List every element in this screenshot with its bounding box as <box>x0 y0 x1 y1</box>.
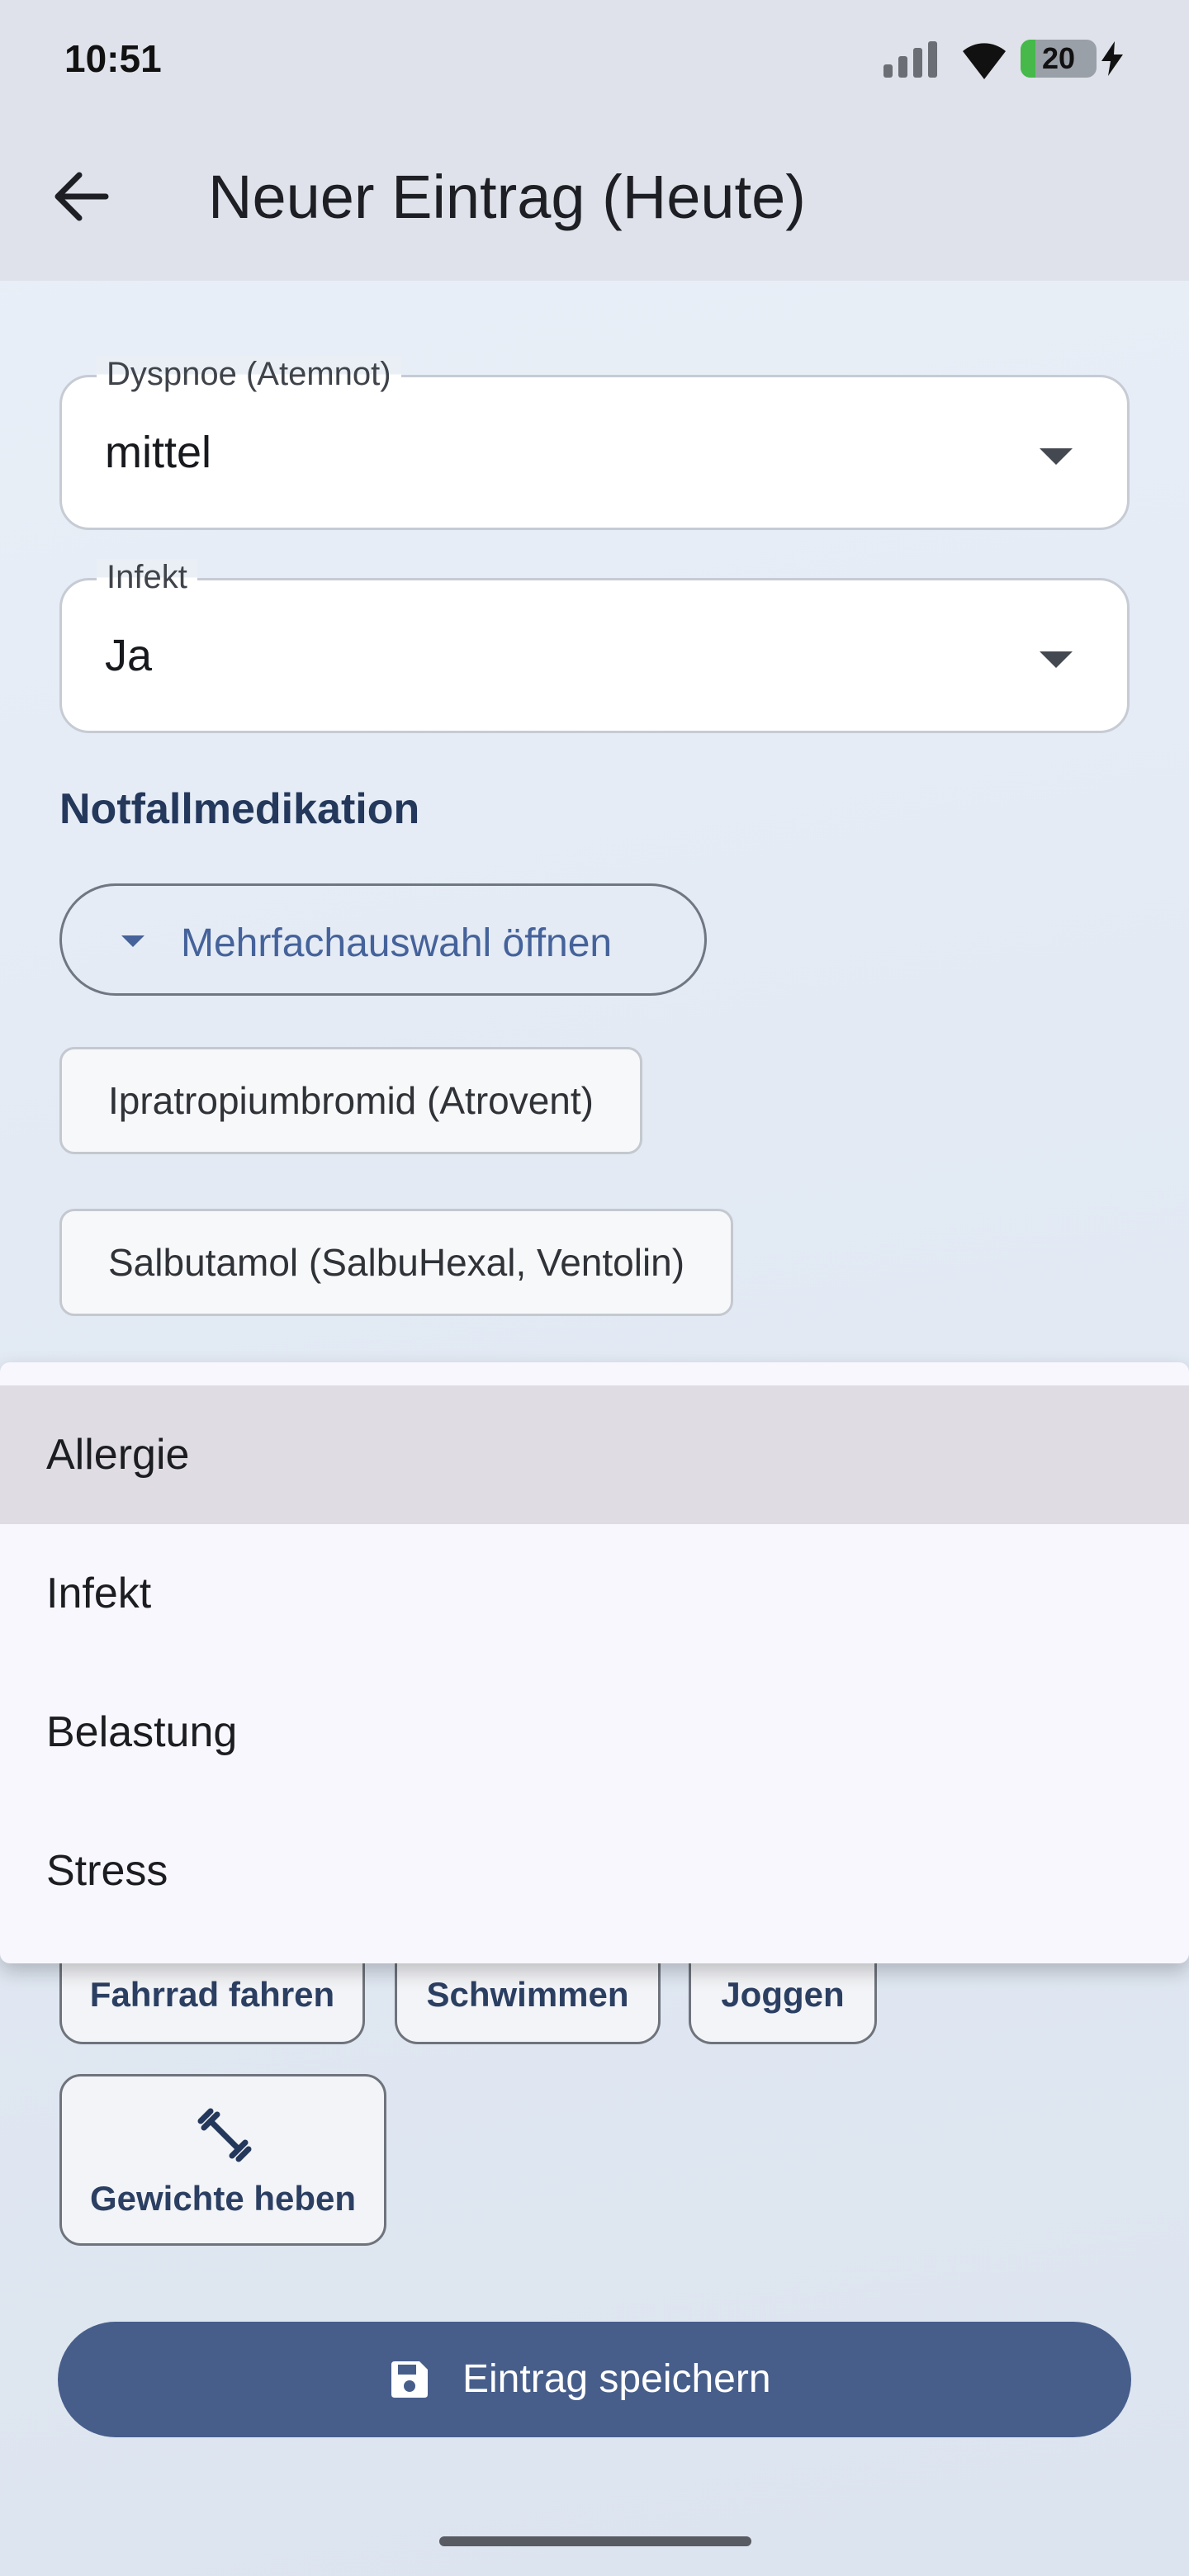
dyspnea-select[interactable]: Dyspnoe (Atemnot) mittel <box>59 356 1130 530</box>
multiselect-open-button[interactable]: Mehrfachauswahl öffnen <box>59 883 707 996</box>
dyspnea-value: mittel <box>105 428 212 477</box>
infection-label: Infekt <box>97 559 197 596</box>
signal-icon <box>883 41 941 78</box>
emergency-medication-title: Notfallmedikation <box>59 785 420 833</box>
page-title: Neuer Eintrag (Heute) <box>208 163 806 231</box>
app-bar: 10:51 20 Neuer Eintrag (Heute) <box>0 0 1189 281</box>
activity-chip-weightlifting[interactable]: Gewichte heben <box>59 2074 386 2246</box>
dumbbell-icon <box>197 2108 252 2162</box>
dyspnea-label: Dyspnoe (Atemnot) <box>97 356 401 393</box>
dropdown-option-stress[interactable]: Stress <box>0 1802 1189 1940</box>
infection-select[interactable]: Infekt Ja <box>59 559 1130 733</box>
multiselect-label: Mehrfachauswahl öffnen <box>181 921 613 965</box>
home-indicator[interactable] <box>439 2536 751 2546</box>
save-icon <box>391 2361 428 2398</box>
dropdown-arrow-icon <box>1040 448 1073 465</box>
dropdown-option-infekt[interactable]: Infekt <box>0 1524 1189 1663</box>
status-time: 10:51 <box>64 37 162 80</box>
medication-chip-salbutamol[interactable]: Salbutamol (SalbuHexal, Ventolin) <box>59 1209 734 1316</box>
activity-chip-cycling[interactable]: Fahrrad fahren <box>59 1962 365 2044</box>
dropdown-option-allergie[interactable]: Allergie <box>0 1385 1189 1524</box>
weightlifting-label: Gewichte heben <box>89 2179 357 2218</box>
status-icons: 20 <box>883 33 1131 86</box>
charging-icon <box>1101 41 1123 76</box>
infection-value: Ja <box>105 631 153 680</box>
activity-chip-swimming[interactable]: Schwimmen <box>395 1962 661 2044</box>
dropdown-option-belastung[interactable]: Belastung <box>0 1663 1189 1802</box>
save-entry-label: Eintrag speichern <box>462 2357 771 2401</box>
dropdown-arrow-icon <box>1040 651 1073 668</box>
triangle-down-icon <box>121 935 144 947</box>
activity-chip-jogging[interactable]: Joggen <box>689 1962 877 2044</box>
back-arrow-icon[interactable] <box>48 163 114 230</box>
battery-icon: 20 <box>1021 40 1097 78</box>
battery-level: 20 <box>1041 41 1076 75</box>
wifi-icon <box>963 43 1006 79</box>
medication-chip-ipratropium[interactable]: Ipratropiumbromid (Atrovent) <box>59 1047 642 1154</box>
trigger-dropdown-menu: Allergie Infekt Belastung Stress <box>0 1362 1189 1963</box>
save-entry-button[interactable]: Eintrag speichern <box>58 2322 1131 2437</box>
